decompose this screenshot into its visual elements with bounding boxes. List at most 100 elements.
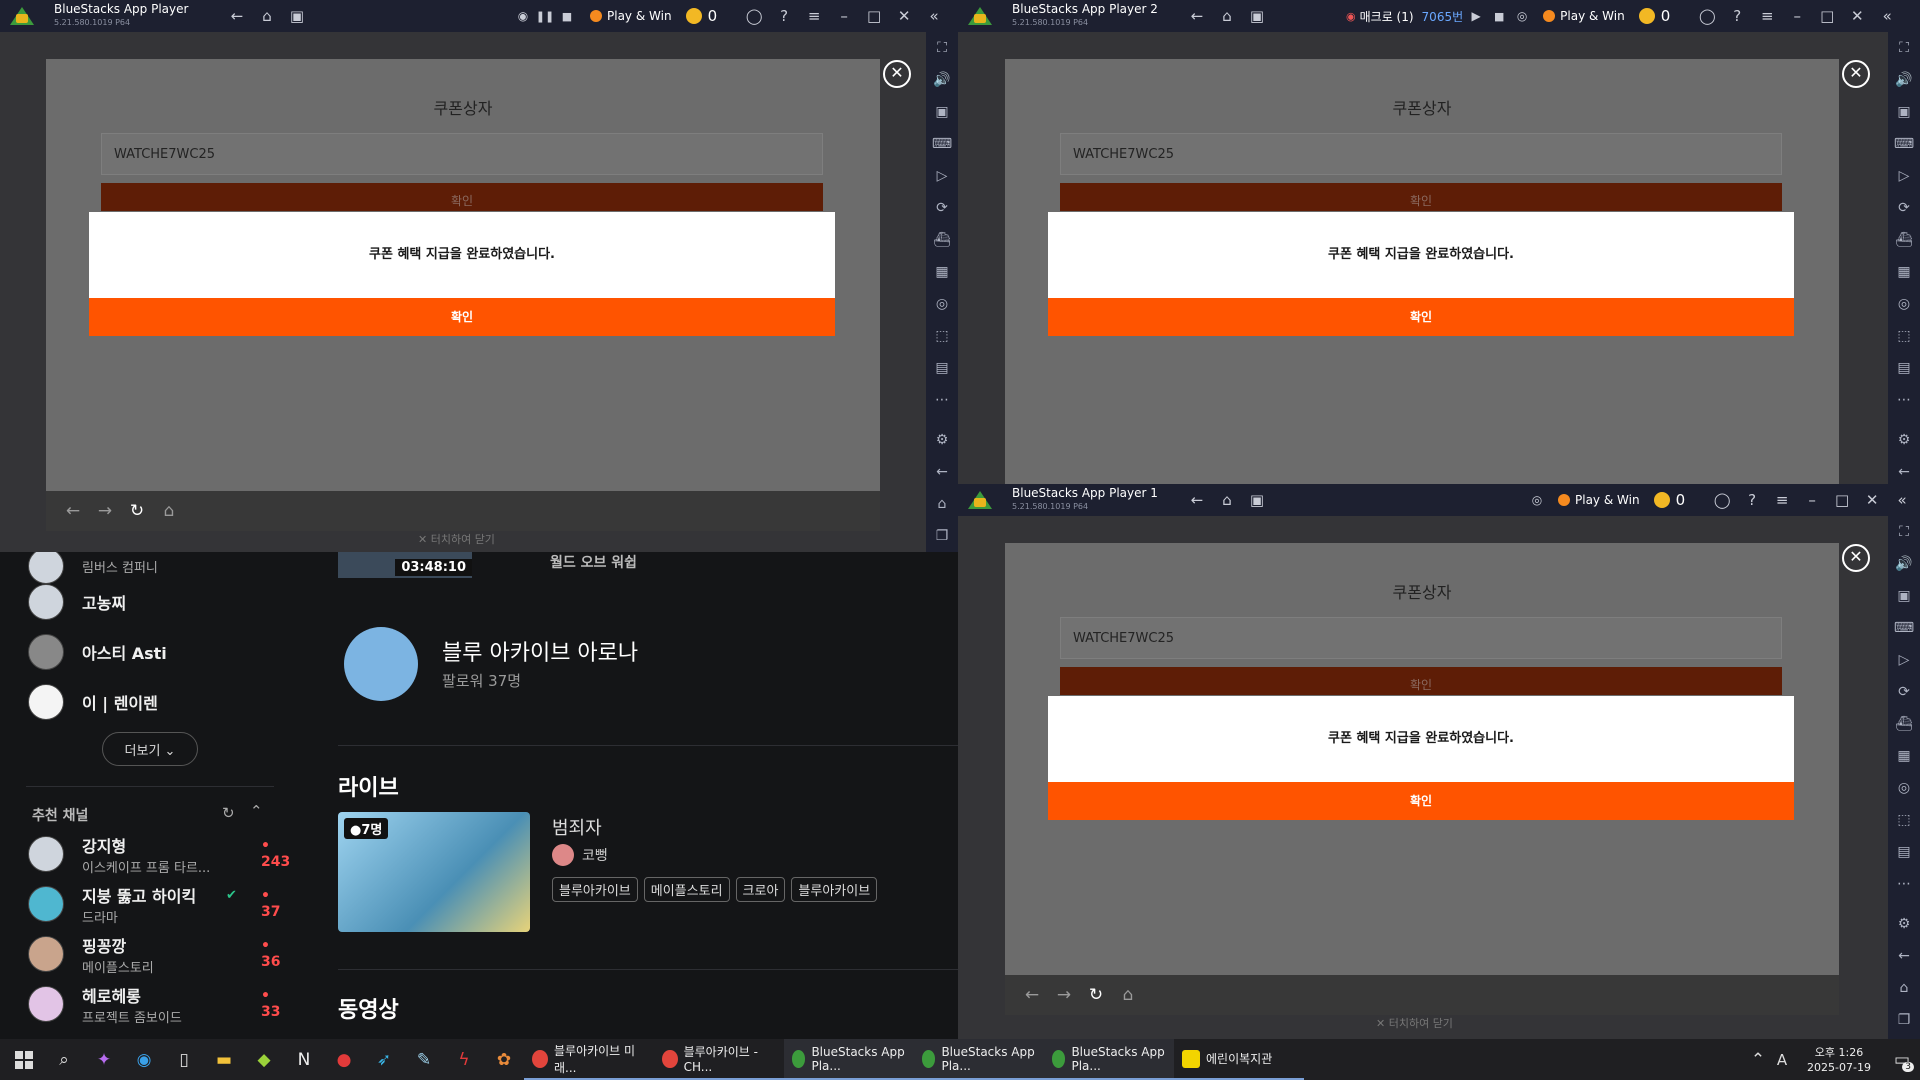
touch-to-close[interactable]: ✕ 터치하여 닫기 <box>1376 1015 1453 1031</box>
channel-title[interactable]: 블루 아카이브 아로나 <box>442 635 638 667</box>
notepad-icon[interactable]: ▯ <box>164 1039 204 1080</box>
gallery-icon[interactable]: ▤ <box>926 360 958 376</box>
nav-forward-icon[interactable]: → <box>92 501 118 521</box>
stop-icon[interactable]: ■ <box>1489 10 1509 23</box>
game-app-icon[interactable]: ✿ <box>484 1039 524 1080</box>
copilot-icon[interactable]: ✦ <box>84 1039 124 1080</box>
menu-icon[interactable]: ≡ <box>1752 7 1782 25</box>
file-explorer-icon[interactable]: ▬ <box>204 1039 244 1080</box>
edge-icon[interactable]: ◉ <box>124 1039 164 1080</box>
volume-icon[interactable]: 🔊 <box>926 72 958 88</box>
media-icon[interactable]: ▣ <box>1888 588 1920 604</box>
taskbar-app-bluestacks-1[interactable]: BlueStacks App Pla... <box>784 1039 914 1080</box>
live-thumbnail[interactable]: ●7명 <box>338 812 530 932</box>
performance-icon[interactable]: ▦ <box>926 264 958 280</box>
sync-icon[interactable]: ⟳ <box>1888 200 1920 216</box>
start-button[interactable] <box>4 1039 44 1080</box>
more-icon[interactable]: ⋯ <box>1888 392 1920 408</box>
android-back-icon[interactable]: ← <box>1888 464 1920 480</box>
home-icon[interactable]: ⌂ <box>1212 7 1242 25</box>
nav-home-icon[interactable]: ⌂ <box>156 501 182 521</box>
coupon-confirm-button[interactable]: 확인 <box>1060 183 1782 211</box>
keyboard-icon[interactable]: ⌨ <box>1888 136 1920 152</box>
coupon-code-input[interactable]: WATCHE7WC25 <box>1060 133 1782 175</box>
screen-record-icon[interactable]: ⬚ <box>1888 328 1920 344</box>
coins-counter[interactable]: 0 <box>1653 491 1685 509</box>
writer-app-icon[interactable]: N <box>284 1039 324 1080</box>
video-thumbnail[interactable]: 03:48:10 <box>338 552 472 578</box>
collapse-sidebar-icon[interactable]: « <box>919 7 949 25</box>
ok-button[interactable]: 확인 <box>1048 298 1794 336</box>
maximize-icon[interactable]: □ <box>1812 7 1842 25</box>
collapse-sidebar-icon[interactable]: « <box>1872 7 1902 25</box>
channel-item[interactable]: 고농찌 <box>28 582 126 622</box>
channel-avatar[interactable] <box>344 627 418 701</box>
back-icon[interactable]: ← <box>1182 7 1212 25</box>
recommended-item[interactable]: 지붕 뚫고 하이킥 드라마 ✔ • 37 <box>28 884 280 926</box>
play-icon[interactable]: ▶ <box>1463 9 1489 23</box>
eco-icon[interactable]: ◎ <box>1524 493 1550 507</box>
recommended-item[interactable]: 핑꽁깡 메이플스토리 • 36 <box>28 934 280 976</box>
tag[interactable]: 블루아카이브 <box>791 877 878 902</box>
profile-icon[interactable]: ◯ <box>739 7 769 25</box>
nav-forward-icon[interactable]: → <box>1051 985 1077 1005</box>
ok-button[interactable]: 확인 <box>89 298 835 336</box>
maximize-icon[interactable]: □ <box>859 7 889 25</box>
coupon-confirm-button[interactable]: 확인 <box>101 183 823 211</box>
coupon-code-input[interactable]: WATCHE7WC25 <box>1060 617 1782 659</box>
stop-icon[interactable]: ■ <box>556 10 578 23</box>
sync-icon[interactable]: ⟳ <box>926 200 958 216</box>
tag[interactable]: 메이플스토리 <box>643 877 730 902</box>
performance-icon[interactable]: ▦ <box>1888 264 1920 280</box>
macro-indicator[interactable]: ◉ 매크로 (1) 7065번 <box>1346 8 1463 25</box>
tag[interactable]: 크로아 <box>735 877 786 902</box>
titlebar[interactable]: BlueStacks App Player 2 5.21.580.1019 P64… <box>958 0 1920 32</box>
macro-play-icon[interactable]: ▷ <box>1888 652 1920 668</box>
game-area[interactable]: 쿠폰상자 WATCHE7WC25 확인 쿠폰 혜택 지급을 완료하였습니다. 확… <box>0 32 926 552</box>
clock[interactable]: 오후 1:26 2025-07-19 <box>1794 1045 1884 1075</box>
chevron-up-icon[interactable]: ⌃ <box>250 802 263 820</box>
more-icon[interactable]: ⋯ <box>1888 876 1920 892</box>
multi-instance-icon[interactable]: ▣ <box>1242 491 1272 509</box>
titlebar[interactable]: BlueStacks App Player 1 5.21.580.1019 P64… <box>958 484 1920 516</box>
settings-icon[interactable]: ⚙ <box>1888 916 1920 932</box>
keyboard-icon[interactable]: ⌨ <box>926 136 958 152</box>
screenshot-icon[interactable]: ◎ <box>926 296 958 312</box>
ok-button[interactable]: 확인 <box>1048 782 1794 820</box>
reload-icon[interactable]: ↻ <box>124 501 150 521</box>
flash-app-icon[interactable]: ϟ <box>444 1039 484 1080</box>
collapse-sidebar-icon[interactable]: « <box>1887 491 1917 509</box>
help-icon[interactable]: ? <box>769 7 799 25</box>
pause-icon[interactable]: ❚❚ <box>534 10 556 23</box>
eco-mode-icon[interactable]: ⛴ <box>926 232 958 248</box>
record-icon[interactable]: ◉ <box>512 9 534 23</box>
android-back-icon[interactable]: ← <box>926 464 958 480</box>
nav-back-icon[interactable]: ← <box>60 501 86 521</box>
taskbar-app-bluestacks-3[interactable]: BlueStacks App Pla... <box>1044 1039 1174 1080</box>
settings-icon[interactable]: ⚙ <box>926 432 958 448</box>
close-dialog-icon[interactable]: ✕ <box>1842 60 1870 88</box>
fullscreen-icon[interactable]: ⛶ <box>1888 524 1920 540</box>
back-icon[interactable]: ← <box>222 7 252 25</box>
ime-indicator[interactable]: A <box>1770 1039 1794 1080</box>
touch-to-close[interactable]: ✕ 터치하여 닫기 <box>418 531 495 547</box>
coins-counter[interactable]: 0 <box>685 7 717 25</box>
performance-icon[interactable]: ▦ <box>1888 748 1920 764</box>
profile-icon[interactable]: ◯ <box>1707 491 1737 509</box>
eco-icon[interactable]: ◎ <box>1509 9 1535 23</box>
maximize-icon[interactable]: □ <box>1827 491 1857 509</box>
menu-icon[interactable]: ≡ <box>799 7 829 25</box>
media-icon[interactable]: ▣ <box>1888 104 1920 120</box>
close-icon[interactable]: ✕ <box>889 7 919 25</box>
close-icon[interactable]: ✕ <box>1857 491 1887 509</box>
home-icon[interactable]: ⌂ <box>252 7 282 25</box>
play-win-button[interactable]: Play & Win <box>1558 493 1640 507</box>
macro-play-icon[interactable]: ▷ <box>1888 168 1920 184</box>
close-dialog-icon[interactable]: ✕ <box>1842 544 1870 572</box>
fullscreen-icon[interactable]: ⛶ <box>926 40 958 56</box>
macro-play-icon[interactable]: ▷ <box>926 168 958 184</box>
record-app-icon[interactable]: ● <box>324 1039 364 1080</box>
help-icon[interactable]: ? <box>1737 491 1767 509</box>
taskbar-app-chrome-2[interactable]: 블루아카이브 - CH... <box>654 1039 784 1080</box>
coupon-confirm-button[interactable]: 확인 <box>1060 667 1782 695</box>
